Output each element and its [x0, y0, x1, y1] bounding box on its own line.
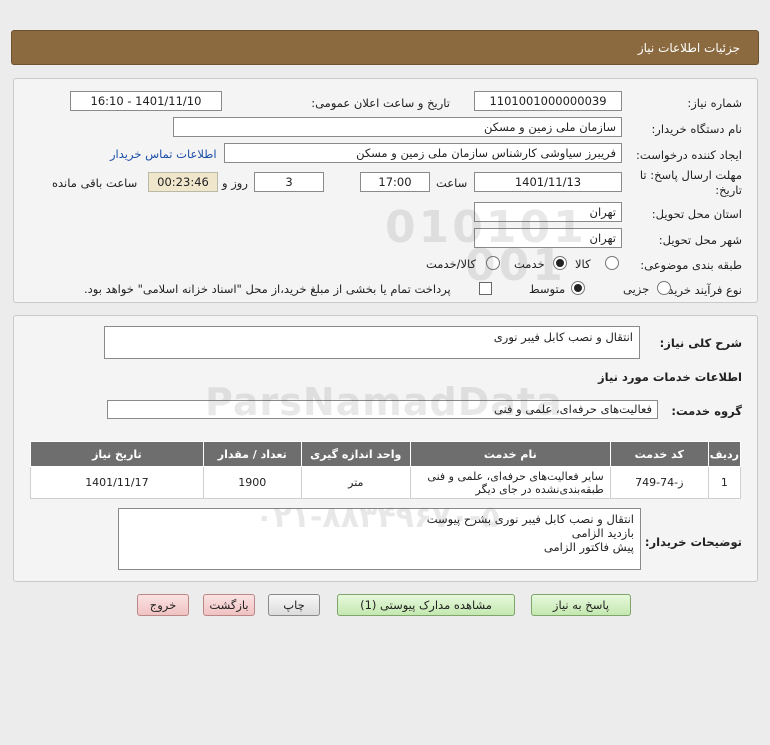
- col-quantity: تعداد / مقدار: [202, 441, 302, 467]
- service-group-label: گروه خدمت:: [671, 404, 742, 418]
- buyer-note-line: پیش فاکتور الزامی: [543, 540, 634, 554]
- col-need-date: تاریخ نیاز: [30, 441, 204, 467]
- buyer-notes-label: توضیحات خریدار:: [644, 535, 742, 549]
- print-button[interactable]: چاپ: [268, 594, 320, 616]
- deadline-date-field: 1401/11/13: [474, 172, 622, 192]
- category-radio-goods-service[interactable]: [486, 256, 500, 270]
- days-label: روز و: [222, 176, 248, 190]
- announce-field: 1401/11/10 - 16:10: [70, 91, 222, 111]
- buyer-note-line: بازدید الزامی: [571, 526, 634, 540]
- category-option-goods: کالا: [575, 257, 591, 271]
- deadline-label-date: تاریخ:: [715, 183, 742, 197]
- purchase-type-label: نوع فرآیند خرید :: [660, 283, 742, 297]
- purchase-option-minor: جزیی: [623, 282, 650, 296]
- purchase-radio-medium[interactable]: [571, 281, 585, 295]
- contact-buyer-link[interactable]: اطلاعات تماس خریدار: [110, 147, 217, 161]
- cell-quantity: 1900: [202, 466, 302, 499]
- province-label: استان محل تحویل:: [651, 207, 742, 221]
- remaining-time-field: 00:23:46: [148, 172, 218, 192]
- purchase-option-medium: متوسط: [529, 282, 566, 296]
- col-service-name: نام خدمت: [409, 441, 611, 467]
- creator-label: ایجاد کننده درخواست:: [636, 148, 742, 162]
- cell-service-name: سایر فعالیت‌های حرفه‌ای، علمی و فنی طبقه…: [409, 466, 611, 499]
- need-number-field: 1101001000000039: [474, 91, 622, 111]
- days-field: 3: [254, 172, 324, 192]
- cell-row-number: 1: [707, 466, 742, 499]
- deadline-time-field: 17:00: [360, 172, 430, 192]
- services-table: ردیف کد خدمت نام خدمت واحد اندازه گیری ت…: [30, 441, 742, 499]
- cell-need-date: 1401/11/17: [30, 466, 204, 499]
- category-option-goods-service: کالا/خدمت: [426, 257, 477, 271]
- time-label: ساعت: [436, 176, 468, 190]
- deadline-label: مهلت ارسال پاسخ: تا: [639, 168, 742, 182]
- treasury-note: پرداخت تمام یا بخشی از مبلغ خرید،از محل …: [84, 282, 451, 296]
- category-radio-service[interactable]: [553, 256, 567, 270]
- buyer-org-label: نام دستگاه خریدار:: [651, 122, 742, 136]
- reply-button[interactable]: پاسخ به نیاز: [531, 594, 631, 616]
- col-service-code: کد خدمت: [609, 441, 709, 467]
- cell-unit: متر: [300, 466, 411, 499]
- service-group-field: فعالیت‌های حرفه‌ای، علمی و فنی: [107, 400, 658, 419]
- province-field: تهران: [474, 202, 622, 222]
- cell-service-code: ز-74-749: [609, 466, 709, 499]
- col-row-number: ردیف: [707, 441, 742, 467]
- services-section-title: اطلاعات خدمات مورد نیاز: [598, 370, 742, 384]
- attachments-button[interactable]: مشاهده مدارک پیوستی (1): [337, 594, 515, 616]
- city-field: تهران: [474, 228, 622, 248]
- creator-field: فریبرز سیاوشی کارشناس سازمان ملی زمین و …: [224, 143, 622, 163]
- city-label: شهر محل تحویل:: [658, 233, 742, 247]
- back-button[interactable]: بازگشت: [203, 594, 255, 616]
- table-header-row: ردیف کد خدمت نام خدمت واحد اندازه گیری ت…: [30, 441, 742, 467]
- buyer-note-line: انتقال و نصب کابل فیبر نوری بشرح پیوست: [426, 512, 634, 526]
- summary-field: انتقال و نصب کابل فیبر نوری: [104, 326, 640, 359]
- buyer-org-field: سازمان ملی زمین و مسکن: [173, 117, 622, 137]
- category-radio-goods[interactable]: [605, 256, 619, 270]
- treasury-checkbox[interactable]: [479, 282, 492, 295]
- buyer-notes-field: انتقال و نصب کابل فیبر نوری بشرح پیوست ب…: [118, 508, 641, 570]
- table-row: 1 ز-74-749 سایر فعالیت‌های حرفه‌ای، علمی…: [30, 466, 742, 499]
- remaining-label: ساعت باقی مانده: [52, 176, 138, 190]
- need-number-label: شماره نیاز:: [687, 96, 742, 110]
- col-unit: واحد اندازه گیری: [300, 441, 411, 467]
- announce-label: تاریخ و ساعت اعلان عمومی:: [311, 96, 450, 110]
- category-option-service: خدمت: [514, 257, 545, 271]
- category-label: طبقه بندی موضوعی:: [640, 258, 742, 272]
- summary-label: شرح کلی نیاز:: [659, 336, 742, 350]
- page-header: جزئیات اطلاعات نیاز: [11, 30, 759, 65]
- exit-button[interactable]: خروج: [137, 594, 189, 616]
- page-title: جزئیات اطلاعات نیاز: [637, 41, 740, 55]
- purchase-radio-minor[interactable]: [657, 281, 671, 295]
